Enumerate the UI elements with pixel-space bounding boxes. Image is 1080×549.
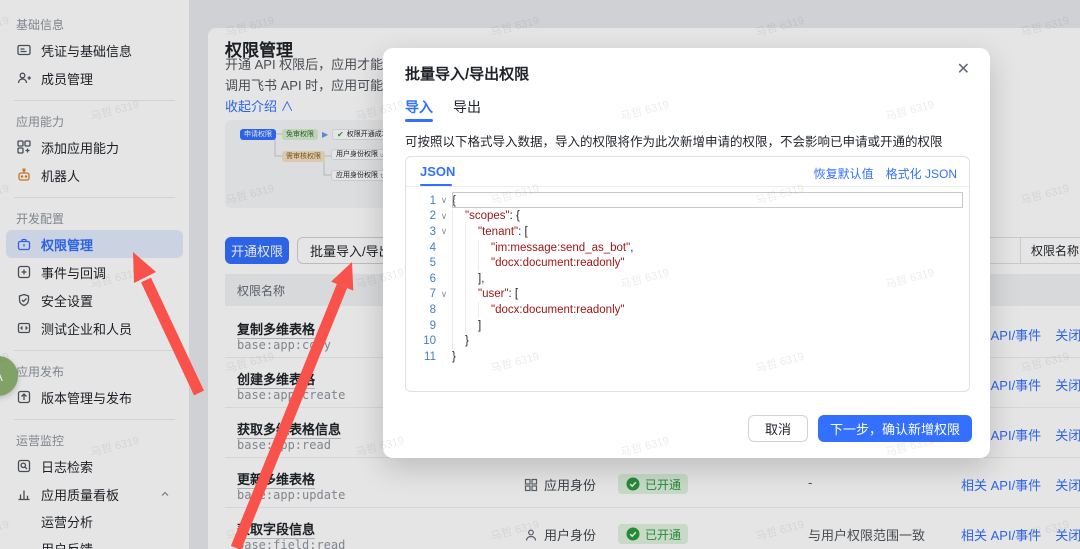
focused-line-ring [452, 192, 963, 208]
code-line[interactable]: 9] [406, 317, 969, 334]
editor-tab-underline [420, 184, 452, 186]
code-line[interactable]: 11} [406, 349, 969, 365]
modal-title: 批量导入/导出权限 [405, 66, 530, 83]
format-json-link[interactable]: 格式化 JSON [886, 165, 957, 182]
fold-chevron-icon[interactable]: ∨ [436, 226, 452, 237]
json-editor: JSON 恢复默认值 格式化 JSON 1 ∨{2 ∨ "scopes": {3 ∨ "t… [405, 156, 970, 392]
confirm-next-step-button[interactable]: 下一步，确认新增权限 [817, 415, 972, 442]
code-line[interactable]: 10} [406, 333, 969, 349]
code-line[interactable]: 5 "docx:document:readonly" [406, 255, 969, 271]
cancel-button[interactable]: 取消 [747, 415, 808, 442]
batch-import-export-modal: 批量导入/导出权限 ✕ 导入 导出 可按照以下格式导入数据，导入的权限将作为此次… [383, 48, 990, 458]
modal-description: 可按照以下格式导入数据，导入的权限将作为此次新增申请的权限，不会影响已申请或开通… [405, 135, 943, 149]
fold-chevron-icon[interactable]: ∨ [436, 289, 452, 300]
active-tab-underline [405, 119, 433, 122]
code-line[interactable]: 1 ∨{ [406, 192, 969, 209]
code-line[interactable]: 6], [406, 270, 969, 287]
reset-default-link[interactable]: 恢复默认值 [814, 165, 874, 182]
code-line[interactable]: 8 "docx:document:readonly" [406, 302, 969, 318]
editor-header: JSON 恢复默认值 格式化 JSON [406, 157, 969, 187]
fold-chevron-icon[interactable]: ∨ [436, 195, 452, 206]
tab-import[interactable]: 导入 [405, 97, 433, 117]
screen: 基础信息 凭证与基础信息 成员管理 应用能力 添加应用能力 机器人 开发配置 权限管理 事件与回… [0, 0, 1080, 549]
editor-tab-json[interactable]: JSON [420, 164, 455, 179]
fold-chevron-icon[interactable]: ∨ [436, 211, 452, 222]
close-icon[interactable]: ✕ [957, 62, 970, 78]
code-line[interactable]: 3 ∨ "tenant": [ [406, 224, 969, 240]
code-line[interactable]: 7 ∨ "user": [ [406, 286, 969, 303]
code-line[interactable]: 4 "im:message:send_as_bot", [406, 239, 969, 256]
code-area[interactable]: 1 ∨{2 ∨ "scopes": {3 ∨ "tenant": [4 "im:messag… [406, 192, 969, 365]
code-line[interactable]: 2 ∨ "scopes": { [406, 208, 969, 225]
tab-export[interactable]: 导出 [453, 97, 481, 117]
